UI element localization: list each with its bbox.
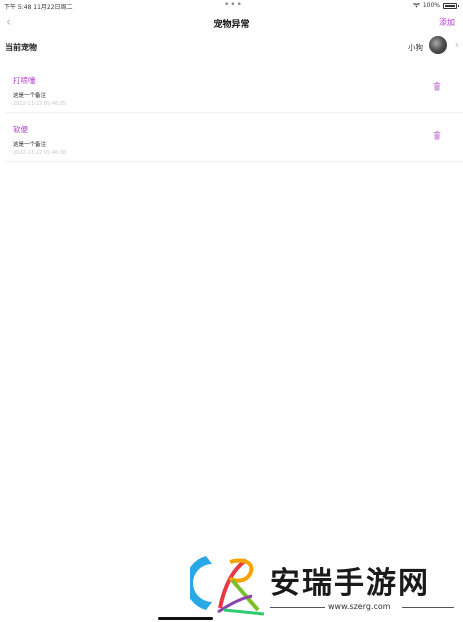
record-note: 这是一个备注 <box>13 93 47 99</box>
site-watermark: 安瑞手游网 www.szerg.com <box>190 548 458 618</box>
add-button[interactable]: 添加 <box>439 17 455 28</box>
record-title: 打喷嚏 <box>13 76 36 85</box>
multitasking-dots-icon[interactable]: ••• <box>224 0 243 10</box>
pet-avatar <box>429 36 447 54</box>
trash-icon[interactable] <box>433 82 441 91</box>
list-item[interactable]: 软便 这是一个备注 2022-11-22 05:46:38 <box>5 113 463 162</box>
page-title: 宠物异常 <box>213 20 250 30</box>
home-indicator[interactable] <box>158 617 213 620</box>
battery-icon <box>443 2 459 9</box>
abnormality-list: 打喷嚏 这是一个备注 2022-11-22 05:46:25 软便 这是一个备注… <box>0 64 463 162</box>
record-timestamp: 2022-11-22 05:46:25 <box>13 101 67 107</box>
current-pet-row[interactable]: 当前宠物 小狗 › <box>0 34 463 58</box>
wifi-icon <box>412 3 420 8</box>
record-timestamp: 2022-11-22 05:46:38 <box>13 150 67 156</box>
watermark-divider <box>402 607 454 608</box>
record-note: 这是一个备注 <box>13 142 47 148</box>
watermark-logo-icon <box>190 556 265 616</box>
status-right: 100% <box>412 2 459 9</box>
navigation-bar: ‹ 宠物异常 添加 <box>0 12 463 34</box>
status-bar: 下午 5:48 11月22日周二 ••• 100% <box>0 0 463 12</box>
list-item[interactable]: 打喷嚏 这是一个备注 2022-11-22 05:46:25 <box>5 64 463 113</box>
pet-name: 小狗 <box>408 43 423 52</box>
watermark-url: www.szerg.com <box>328 602 391 611</box>
trash-icon[interactable] <box>433 131 441 140</box>
watermark-divider <box>270 607 325 608</box>
record-title: 软便 <box>13 125 28 134</box>
status-time: 下午 5:48 11月22日周二 <box>4 4 73 11</box>
watermark-text: 安瑞手游网 <box>270 566 430 601</box>
chevron-right-icon: › <box>454 38 459 51</box>
current-pet-label: 当前宠物 <box>5 43 37 52</box>
battery-percent: 100% <box>422 2 440 9</box>
